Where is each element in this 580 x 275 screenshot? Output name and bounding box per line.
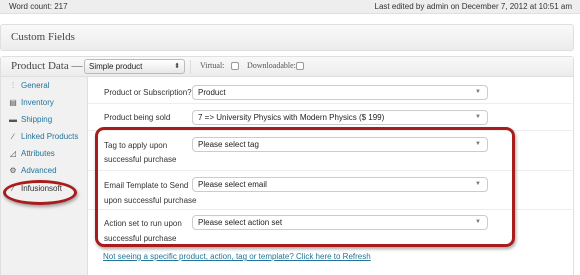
tab-label: General [21, 81, 50, 90]
custom-fields-title: Custom Fields [11, 31, 75, 43]
product-type-value: Simple product [89, 62, 143, 71]
tab-attributes[interactable]: ◿ Attributes [7, 147, 87, 160]
tab-label: Inventory [21, 98, 54, 107]
link-icon: ∕ [12, 132, 14, 141]
select-arrows-icon: ⬍ [174, 63, 180, 70]
tab-label: Shipping [21, 115, 53, 124]
virtual-checkbox[interactable] [231, 62, 239, 70]
chevron-down-icon: ▼ [475, 114, 481, 120]
refresh-link[interactable]: Not seeing a specific product, action, t… [103, 252, 371, 261]
select-value: 7 => University Physics with Modern Phys… [198, 113, 385, 122]
tab-label: Advanced [21, 166, 57, 175]
highlight-box [95, 127, 515, 247]
product-or-subscription-label: Product or Subscription? [104, 88, 192, 97]
word-count: Word count: 217 [9, 2, 68, 11]
tab-inventory[interactable]: ▤ Inventory [7, 96, 87, 109]
select-value: Product [198, 88, 226, 97]
virtual-label: Virtual: [200, 61, 225, 70]
ruler-icon: ◿ [9, 149, 17, 158]
product-or-subscription-select[interactable]: Product ▼ [192, 85, 488, 100]
product-type-select[interactable]: Simple product ⬍ [84, 59, 185, 74]
chevron-down-icon: ▼ [475, 89, 481, 95]
custom-fields-box[interactable]: Custom Fields [0, 24, 574, 51]
truck-icon: ▬ [9, 115, 17, 124]
downloadable-label: Downloadable: [247, 61, 296, 70]
gear-icon: ⚙ [9, 166, 17, 175]
header-divider [190, 60, 191, 74]
tab-general[interactable]: ⫶ General [7, 79, 87, 92]
tab-label: Attributes [21, 149, 55, 158]
last-edited: Last edited by admin on December 7, 2012… [374, 2, 572, 11]
product-being-sold-select[interactable]: 7 => University Physics with Modern Phys… [192, 110, 488, 125]
downloadable-checkbox[interactable] [296, 62, 304, 70]
sliders-icon: ⫶ [12, 81, 14, 90]
tab-shipping[interactable]: ▬ Shipping [7, 113, 87, 126]
tab-advanced[interactable]: ⚙ Advanced [7, 164, 87, 177]
product-being-sold-label: Product being sold [104, 113, 171, 122]
boxes-icon: ▤ [9, 98, 17, 107]
product-data-header: Product Data — Simple product ⬍ Virtual:… [1, 57, 573, 77]
tab-linked-products[interactable]: ∕ Linked Products [7, 130, 87, 143]
status-bar: Word count: 217 Last edited by admin on … [0, 0, 580, 14]
product-data-title: Product Data — [11, 60, 83, 72]
highlight-oval [3, 180, 77, 205]
tab-label: Linked Products [21, 132, 79, 141]
row-divider [88, 103, 572, 104]
product-data-tabs: ⫶ General ▤ Inventory ▬ Shipping ∕ Linked Pr… [1, 77, 88, 275]
